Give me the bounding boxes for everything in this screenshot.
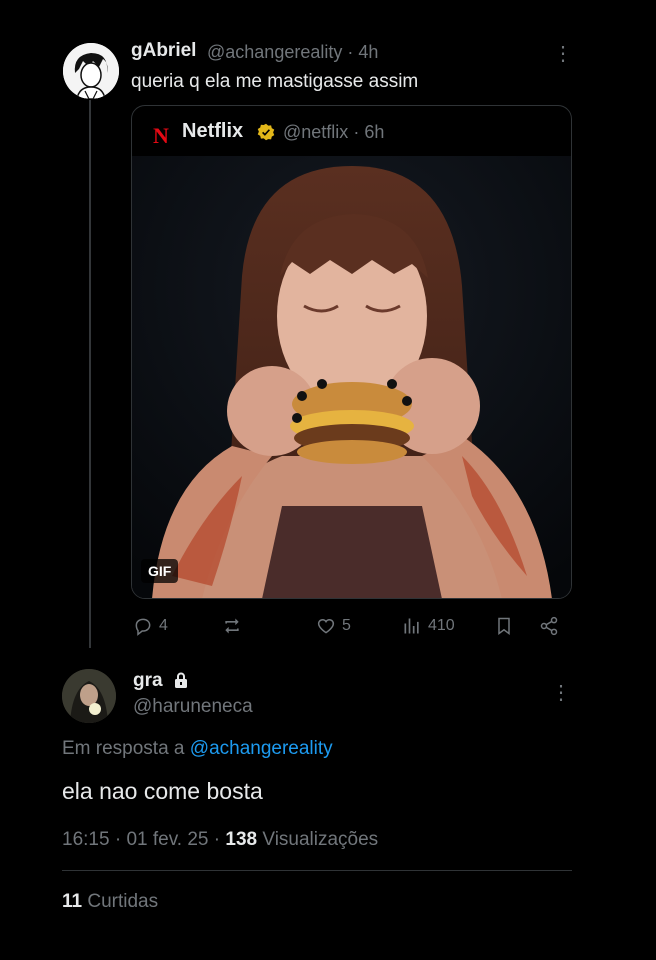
reply-prefix: Em resposta a — [62, 738, 185, 759]
quoted-post-time[interactable]: 6h — [364, 122, 384, 142]
reply-count: 4 — [159, 617, 168, 634]
reply-author-name[interactable]: gra — [133, 670, 163, 692]
share-button[interactable] — [539, 616, 559, 636]
bookmark-icon — [498, 617, 510, 635]
likes-summary[interactable]: 11 Curtidas — [62, 891, 158, 913]
quoted-tweet-card[interactable]: N Netflix @netflix · 6h GIF — [131, 105, 572, 599]
repost-icon — [225, 618, 239, 634]
more-icon[interactable]: ⋮ — [551, 683, 571, 703]
like-icon — [317, 618, 335, 634]
quoted-handle-time[interactable]: @netflix · 6h — [283, 122, 384, 143]
reply-to-line: Em resposta a @achangereality — [62, 738, 333, 760]
post-date[interactable]: 01 fev. 25 — [126, 829, 208, 850]
reply-text: ela nao come bosta — [62, 778, 263, 804]
quoted-author-handle[interactable]: @netflix — [283, 122, 348, 142]
verified-badge-icon — [257, 123, 275, 141]
tweet-text: queria q ela me mastigasse assim — [131, 71, 419, 92]
views-button[interactable]: 410 — [402, 616, 455, 636]
views-icon — [404, 618, 419, 634]
post-time[interactable]: 4h — [358, 42, 378, 62]
repost-button[interactable] — [222, 616, 242, 636]
views-count: 138 — [225, 829, 258, 850]
avatar[interactable] — [63, 43, 119, 99]
like-button[interactable]: 5 — [316, 616, 351, 636]
reply-author-handle[interactable]: @haruneneca — [133, 696, 253, 718]
reply-button[interactable]: 4 — [133, 616, 168, 636]
likes-label: Curtidas — [87, 891, 159, 912]
gif-badge: GIF — [141, 559, 179, 583]
author-handle[interactable]: @achangereality — [207, 42, 342, 62]
divider — [62, 870, 572, 871]
reply-to-link[interactable]: @achangereality — [190, 738, 333, 759]
like-count: 5 — [342, 617, 351, 634]
share-icon — [540, 616, 558, 636]
quoted-author-name[interactable]: Netflix — [182, 120, 243, 143]
author-handle-time[interactable]: @achangereality · 4h — [207, 42, 378, 63]
lock-icon — [175, 672, 187, 688]
gif-media[interactable]: GIF — [132, 156, 571, 598]
views-label: Visualizações — [262, 829, 379, 850]
post-time[interactable]: 16:15 — [62, 829, 110, 850]
views-count: 410 — [428, 617, 455, 634]
avatar[interactable] — [62, 669, 116, 723]
more-icon[interactable]: ⋮ — [553, 44, 573, 64]
author-name[interactable]: gAbriel — [131, 40, 196, 62]
bookmark-button[interactable] — [494, 616, 514, 636]
reply-icon — [135, 618, 151, 636]
likes-count: 11 — [62, 891, 83, 912]
post-meta: 16:15 · 01 fev. 25 · 138 Visualizações — [62, 829, 379, 850]
thread-line — [89, 100, 91, 648]
netflix-logo-icon: N — [153, 123, 169, 148]
